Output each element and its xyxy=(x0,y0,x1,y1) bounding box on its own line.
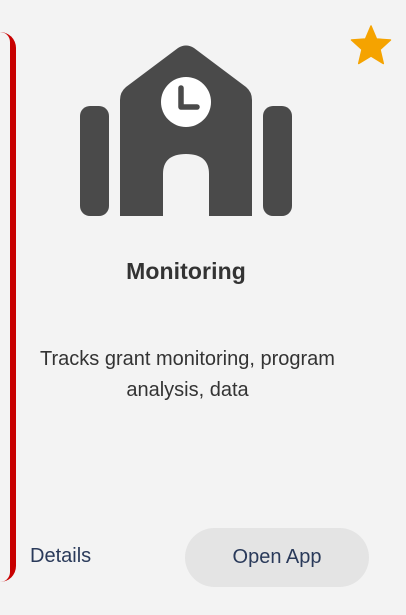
card-title: Monitoring xyxy=(126,258,246,284)
card-accent-border xyxy=(0,32,16,582)
open-app-button[interactable]: Open App xyxy=(185,528,369,587)
favorite-star-icon[interactable] xyxy=(350,25,392,65)
school-building-icon xyxy=(80,45,292,216)
details-link[interactable]: Details xyxy=(30,545,91,568)
card-description: Tracks grant monitoring, program analysi… xyxy=(40,348,335,401)
app-card[interactable]: Monitoring Tracks grant monitoring, prog… xyxy=(0,0,406,615)
